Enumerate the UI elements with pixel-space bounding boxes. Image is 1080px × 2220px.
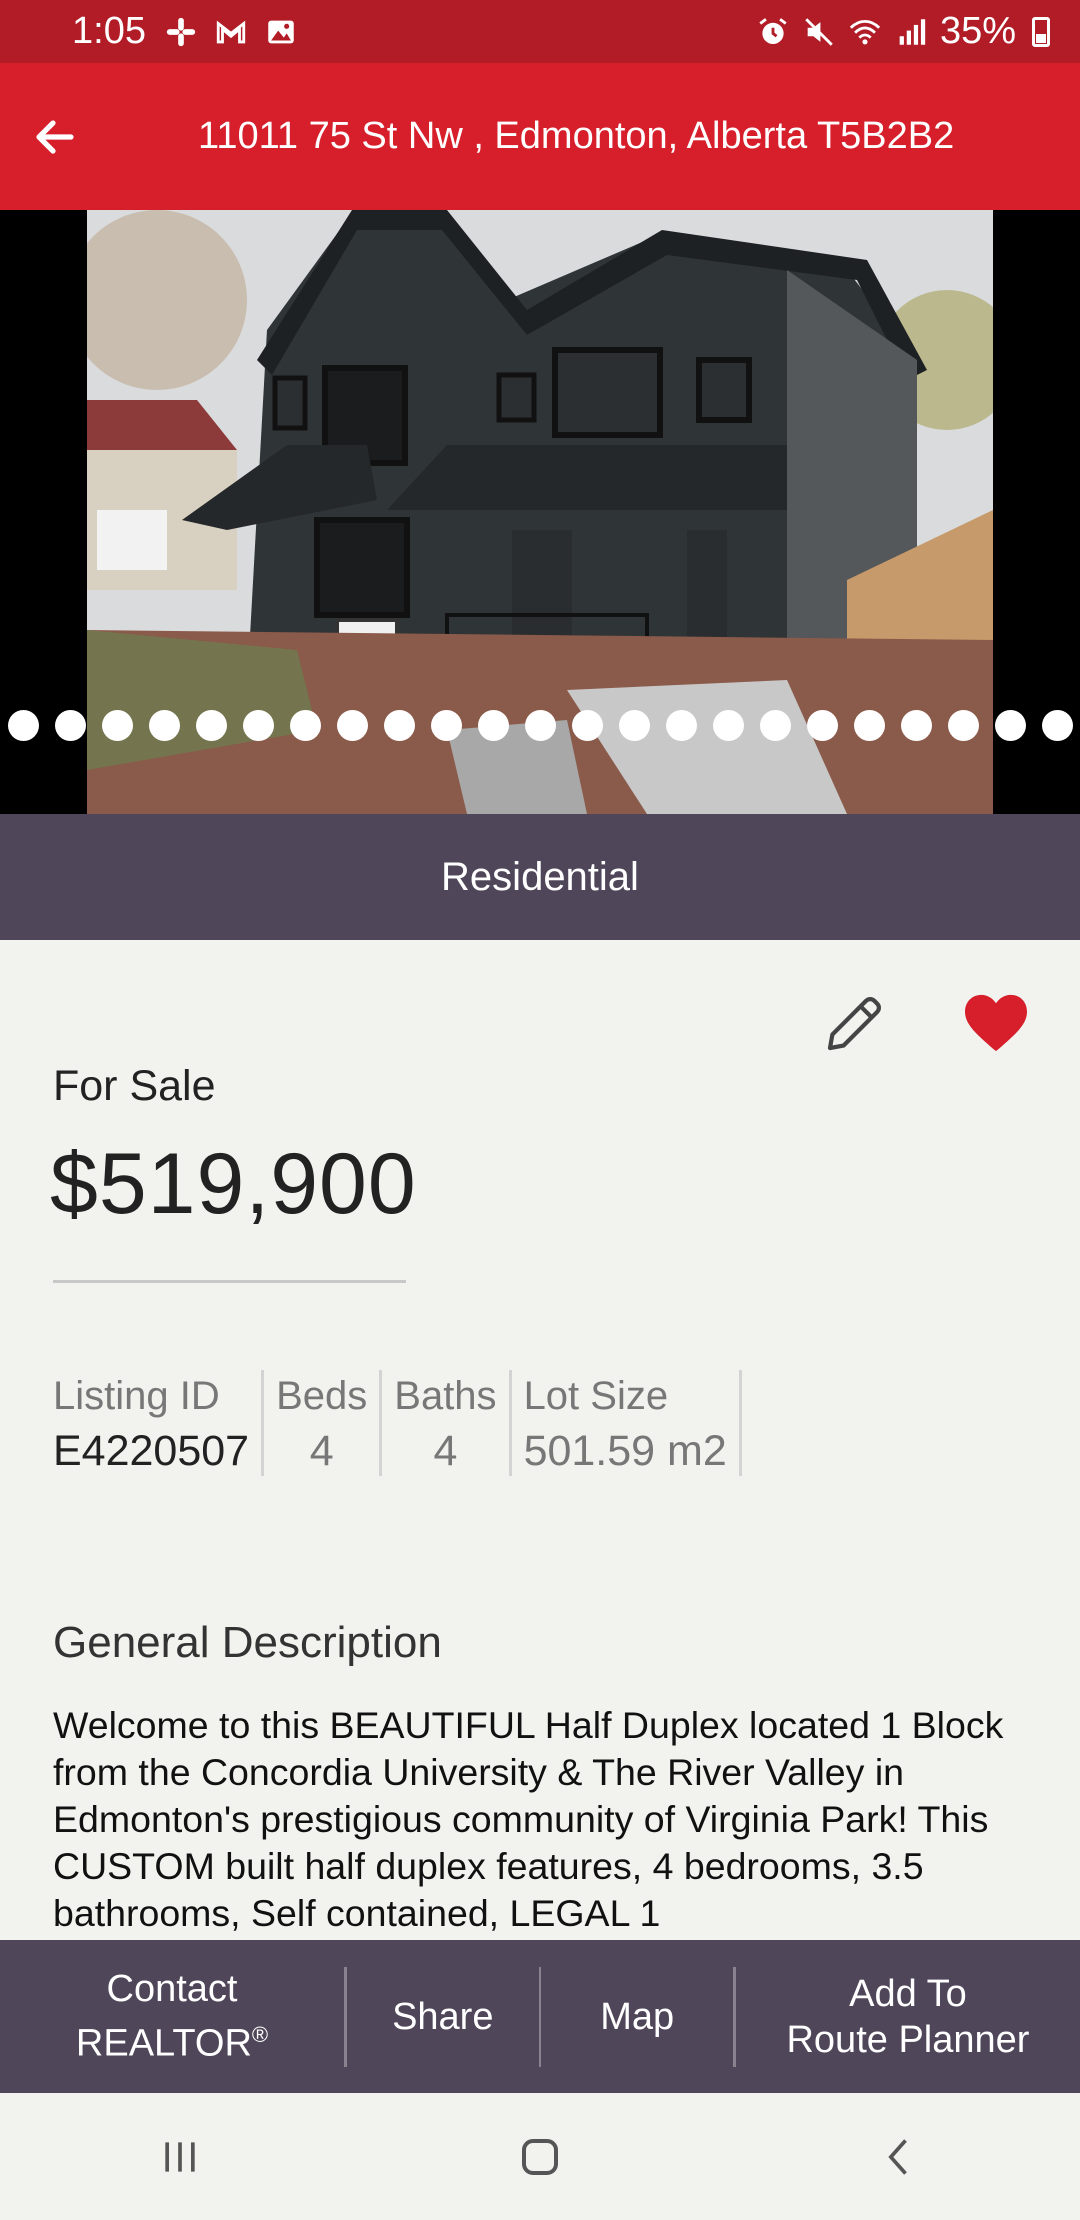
carousel-dot[interactable]	[759, 710, 791, 741]
system-back-button[interactable]	[840, 2107, 960, 2207]
carousel-dot[interactable]	[7, 710, 39, 741]
photo-carousel[interactable]	[0, 210, 1080, 814]
action-bar: Contact REALTOR® Share Map Add To Route …	[0, 1940, 1080, 2093]
description-text: Welcome to this BEAUTIFUL Half Duplex lo…	[53, 1704, 1004, 1934]
mute-icon	[805, 17, 833, 46]
favorite-button[interactable]	[962, 992, 1030, 1054]
pencil-icon	[827, 997, 881, 1051]
carousel-dot[interactable]	[242, 710, 274, 741]
carousel-dot[interactable]	[1041, 710, 1073, 741]
route-line1: Add To	[849, 1972, 967, 2015]
carousel-dot[interactable]	[853, 710, 885, 741]
status-time: 1:05	[72, 10, 146, 52]
fact-beds: Beds 4	[264, 1370, 383, 1476]
carousel-dot[interactable]	[336, 710, 368, 741]
registered-mark: ®	[251, 2022, 269, 2048]
app-bar: 11011 75 St Nw , Edmonton, Alberta T5B2B…	[0, 63, 1080, 210]
battery-percent: 35%	[939, 10, 1016, 52]
property-type: Residential	[441, 854, 639, 899]
listing-price: $519,900	[50, 1136, 417, 1232]
arrow-left-icon	[36, 119, 74, 154]
fact-baths: Baths 4	[382, 1370, 512, 1476]
description-heading: General Description	[53, 1618, 442, 1667]
home-icon	[522, 2138, 558, 2175]
sale-status: For Sale	[53, 1062, 216, 1110]
alarm-icon	[759, 17, 787, 44]
fact-label: Baths	[394, 1374, 497, 1418]
chevron-left-icon	[888, 2138, 907, 2175]
carousel-dot[interactable]	[618, 710, 650, 741]
system-icons: 35%	[756, 10, 1050, 53]
carousel-dot[interactable]	[712, 710, 744, 741]
route-line2: Route Planner	[786, 2018, 1030, 2061]
contact-realtor-button[interactable]: Contact REALTOR®	[0, 1940, 344, 2093]
fact-label: Listing ID	[53, 1374, 220, 1418]
recent-apps-icon	[165, 2141, 195, 2172]
contact-line1: Contact	[106, 1968, 238, 2011]
share-label: Share	[392, 1995, 494, 2038]
route-planner-label: Add To Route Planner	[786, 1971, 1029, 2063]
carousel-dot[interactable]	[947, 710, 979, 741]
heart-icon	[965, 994, 1027, 1052]
gallery-icon	[268, 20, 294, 43]
notification-icons	[164, 15, 298, 49]
carousel-dot[interactable]	[900, 710, 932, 741]
carousel-dot[interactable]	[148, 710, 180, 741]
contact-realtor-label: Contact REALTOR®	[76, 1966, 268, 2067]
carousel-dot[interactable]	[806, 710, 838, 741]
map-label: Map	[600, 1995, 675, 2038]
share-button[interactable]: Share	[347, 1940, 538, 2093]
fact-value: E4220507	[53, 1427, 250, 1475]
edit-note-button[interactable]	[818, 988, 890, 1060]
listing-details: For Sale $519,900 Listing ID E4220507 Be…	[0, 940, 1080, 1940]
carousel-indicator	[0, 710, 1080, 741]
fact-label: Beds	[276, 1374, 368, 1418]
signal-icon	[899, 18, 926, 45]
wifi-icon	[849, 19, 881, 44]
battery-icon	[1032, 16, 1050, 47]
carousel-dot[interactable]	[383, 710, 415, 741]
fact-listing-id: Listing ID E4220507	[53, 1370, 265, 1476]
fact-value: 4	[309, 1427, 334, 1475]
home-button[interactable]	[480, 2107, 600, 2207]
fact-value: 4	[433, 1427, 458, 1475]
property-type-banner: Residential	[0, 814, 1080, 940]
carousel-dot[interactable]	[524, 710, 556, 741]
carousel-dot[interactable]	[430, 710, 462, 741]
map-button[interactable]: Map	[541, 1940, 732, 2093]
recent-apps-button[interactable]	[120, 2107, 240, 2207]
fact-lot-size: Lot Size 501.59 m2	[512, 1370, 742, 1476]
carousel-dot[interactable]	[289, 710, 321, 741]
carousel-dot[interactable]	[101, 710, 133, 741]
address-title: 11011 75 St Nw , Edmonton, Alberta T5B2B…	[198, 115, 955, 157]
contact-line2: REALTOR	[75, 2022, 252, 2065]
gmail-icon	[216, 20, 246, 43]
slack-icon	[166, 17, 196, 46]
carousel-dot[interactable]	[477, 710, 509, 741]
fact-label: Lot Size	[523, 1374, 669, 1418]
status-bar: 1:05 35%	[0, 0, 1080, 63]
carousel-dot[interactable]	[994, 710, 1026, 741]
divider	[53, 1280, 406, 1283]
carousel-dot[interactable]	[54, 710, 86, 741]
listing-facts: Listing ID E4220507 Beds 4 Baths 4 Lot S…	[53, 1370, 742, 1476]
fact-value: 501.59 m2	[523, 1427, 727, 1475]
carousel-dot[interactable]	[665, 710, 697, 741]
carousel-dot[interactable]	[195, 710, 227, 741]
system-nav-bar	[0, 2093, 1080, 2220]
add-to-route-planner-button[interactable]: Add To Route Planner	[736, 1940, 1080, 2093]
back-button[interactable]	[0, 63, 110, 210]
carousel-dot[interactable]	[571, 710, 603, 741]
